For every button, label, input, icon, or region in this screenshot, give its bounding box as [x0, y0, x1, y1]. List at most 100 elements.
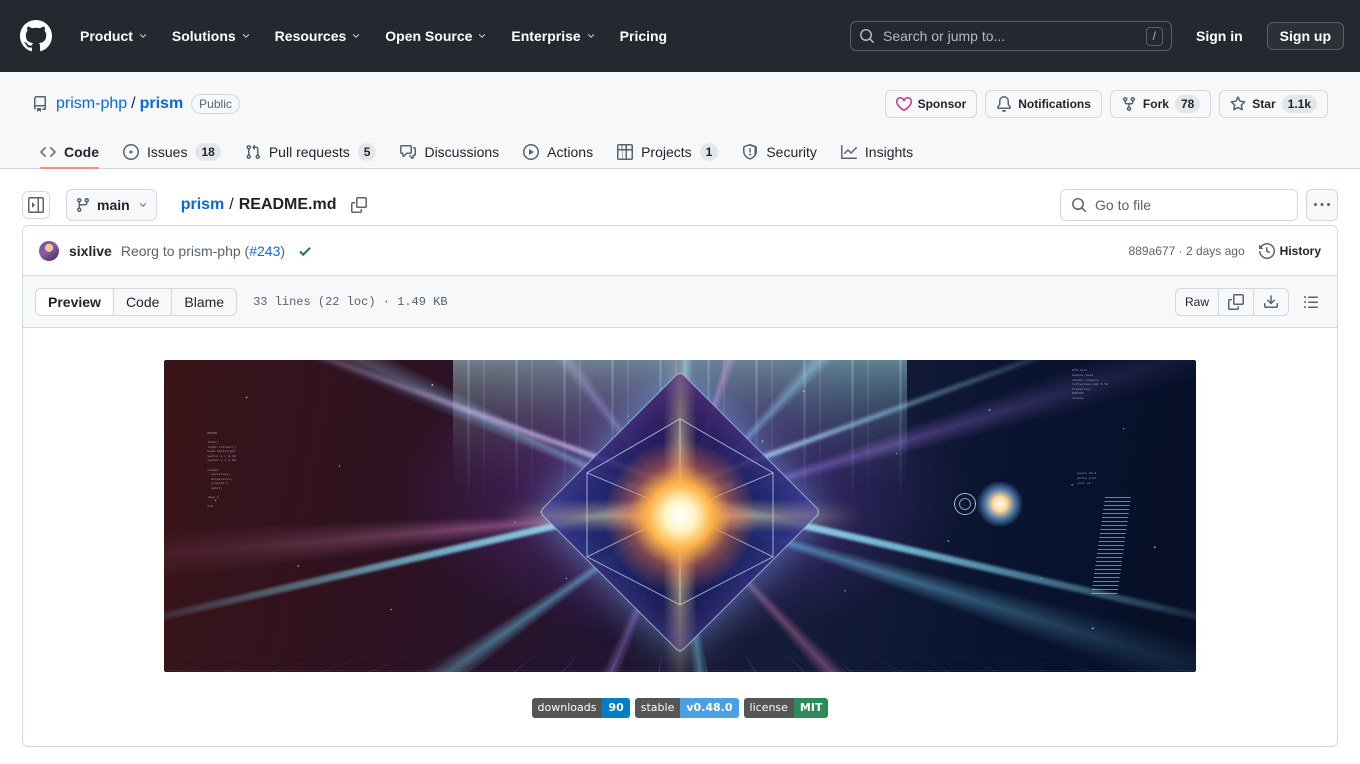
file-card: sixlive Reorg to prism-php (#243) 889a67… [22, 225, 1338, 747]
tab-issues[interactable]: Issues 18 [115, 136, 229, 168]
tab-projects[interactable]: Projects 1 [609, 136, 726, 168]
file-content-wrapper: sixlive Reorg to prism-php (#243) 889a67… [0, 225, 1360, 747]
repo-icon [32, 96, 48, 112]
hero-banner-image: PRISM init() light.refract() beam.split(… [164, 360, 1196, 672]
table-icon [617, 144, 634, 160]
code-overlay-right-secondary: angle 42.0 delta 0.07 sync ok [1077, 472, 1097, 485]
commit-author-link[interactable]: sixlive [69, 243, 112, 259]
tab-pull-requests[interactable]: Pull requests 5 [237, 136, 385, 168]
commit-message[interactable]: Reorg to prism-php (#243) [121, 243, 285, 259]
sign-up-button[interactable]: Sign up [1266, 22, 1344, 50]
search-input[interactable]: Search or jump to... / [850, 21, 1172, 51]
global-header: Product Solutions Resources Open Source … [0, 0, 1360, 72]
repository-tabs: Code Issues 18 Pull requests 5 Discussio… [32, 134, 1328, 169]
star-button[interactable]: Star 1.1k [1219, 90, 1328, 118]
sponsor-button[interactable]: Sponsor [884, 90, 978, 118]
repository-actions: Sponsor Notifications Fork 78 Star 1.1k [884, 90, 1328, 118]
chevron-down-icon [586, 31, 596, 41]
history-label: History [1279, 243, 1321, 258]
commit-meta-group: 889a677 · 2 days ago History [1129, 242, 1321, 259]
avatar[interactable] [39, 240, 59, 261]
fork-button[interactable]: Fork 78 [1109, 90, 1212, 118]
fork-label: Fork [1142, 97, 1169, 111]
search-shortcut-key: / [1145, 26, 1163, 46]
file-view-toolbar: Preview Code Blame 33 lines (22 loc) · 1… [23, 276, 1337, 328]
global-nav: Product Solutions Resources Open Source … [68, 20, 679, 52]
raw-button[interactable]: Raw [1176, 288, 1219, 315]
file-action-group: Raw [1174, 287, 1289, 316]
tab-security[interactable]: Security [734, 136, 825, 168]
stable-version-badge[interactable]: stable v0.48.0 [634, 698, 739, 718]
search-placeholder: Search or jump to... [883, 28, 1006, 44]
breadcrumb-file-name: README.md [238, 196, 337, 213]
tab-label: Insights [864, 144, 914, 160]
list-unordered-icon[interactable] [1297, 288, 1325, 316]
fork-icon [1121, 96, 1137, 112]
sidebar-expand-icon[interactable] [22, 191, 50, 219]
badge-label: license [743, 698, 794, 718]
view-blame-tab[interactable]: Blame [172, 289, 236, 315]
commit-message-tail: ) [280, 242, 286, 259]
hud-ring-icon [953, 492, 976, 515]
nav-label: Resources [274, 28, 347, 44]
bell-icon [996, 96, 1012, 112]
commit-pr-link[interactable]: #243 [249, 243, 280, 259]
commit-sha-and-time: 889a677 · 2 days ago [1129, 244, 1245, 258]
nav-label: Open Source [385, 28, 473, 44]
readme-content: PRISM init() light.refract() beam.split(… [55, 360, 1305, 718]
tab-discussions[interactable]: Discussions [392, 136, 507, 168]
tab-insights[interactable]: Insights [833, 136, 921, 168]
notifications-button[interactable]: Notifications [985, 90, 1102, 118]
commit-meta-separator: · [1175, 243, 1186, 258]
core-light-burst [605, 441, 755, 591]
github-mark-icon[interactable] [20, 20, 52, 52]
badge-label: stable [634, 698, 681, 718]
breadcrumb-repo-link[interactable]: prism [181, 196, 225, 214]
nav-label: Pricing [619, 28, 668, 44]
nav-item-resources[interactable]: Resources [263, 20, 374, 52]
tab-label: Pull requests [268, 144, 350, 160]
history-link[interactable]: History [1258, 242, 1321, 259]
file-size-meta: 33 lines (22 loc) · 1.49 KB [253, 294, 448, 309]
readme-preview-body: PRISM init() light.refract() beam.split(… [23, 328, 1337, 746]
tab-actions[interactable]: Actions [515, 136, 601, 168]
nav-item-enterprise[interactable]: Enterprise [499, 20, 607, 52]
history-icon [1258, 242, 1275, 259]
chevron-down-icon [138, 31, 148, 41]
copy-icon[interactable] [347, 193, 371, 217]
file-nav-right-controls: Go to file [1060, 189, 1338, 221]
tab-label: Discussions [424, 144, 500, 160]
git-pull-request-icon [245, 144, 261, 160]
tab-code[interactable]: Code [32, 136, 107, 169]
license-badge[interactable]: license MIT [743, 698, 829, 718]
repo-owner-link[interactable]: prism-php [56, 95, 127, 113]
nav-item-open-source[interactable]: Open Source [373, 20, 499, 52]
repo-name-link[interactable]: prism [140, 95, 184, 113]
nav-item-product[interactable]: Product [68, 20, 160, 52]
copy-raw-icon[interactable] [1219, 288, 1254, 315]
go-to-file-input[interactable]: Go to file [1060, 189, 1298, 221]
sign-in-link[interactable]: Sign in [1188, 23, 1251, 49]
downloads-badge[interactable]: downloads 90 [531, 698, 630, 718]
notifications-label: Notifications [1018, 97, 1091, 111]
view-code-tab[interactable]: Code [114, 288, 173, 315]
branch-selector-button[interactable]: main [66, 189, 157, 221]
badge-value: 90 [602, 698, 630, 718]
git-branch-icon [75, 197, 91, 213]
branch-name: main [97, 197, 130, 213]
nav-item-pricing[interactable]: Pricing [608, 20, 679, 52]
download-icon[interactable] [1254, 289, 1288, 315]
graph-icon [840, 144, 857, 160]
nav-label: Solutions [171, 28, 236, 44]
kebab-horizontal-icon[interactable] [1306, 189, 1338, 221]
sponsor-label: Sponsor [917, 97, 967, 111]
tab-label: Actions [547, 144, 594, 160]
right-star-flare [976, 480, 1023, 527]
search-icon [1071, 197, 1087, 213]
repository-header: prism-php / prism Public Sponsor Notific… [0, 72, 1360, 169]
nav-item-solutions[interactable]: Solutions [160, 20, 263, 52]
check-icon[interactable] [297, 243, 313, 259]
commit-sha[interactable]: 889a677 [1129, 244, 1176, 258]
view-preview-tab[interactable]: Preview [36, 288, 114, 315]
chevron-down-icon [477, 31, 487, 41]
